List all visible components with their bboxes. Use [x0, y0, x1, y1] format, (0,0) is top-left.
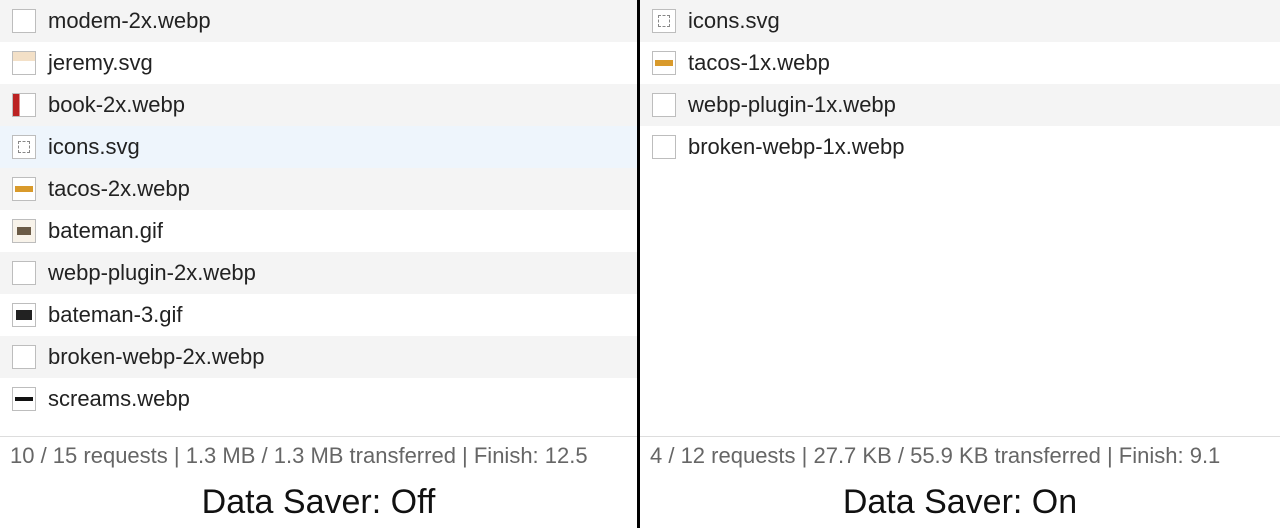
file-name-label: book-2x.webp: [48, 92, 185, 118]
file-type-icon: [652, 51, 676, 75]
panel-data-saver-off: modem-2x.webp jeremy.svg book-2x.webp icons…: [0, 0, 640, 528]
file-type-icon: [12, 387, 36, 411]
file-name-label: tacos-1x.webp: [688, 50, 830, 76]
file-type-icon: [652, 9, 676, 33]
network-request-row[interactable]: book-2x.webp: [0, 84, 637, 126]
file-name-label: bateman.gif: [48, 218, 163, 244]
network-request-row[interactable]: tacos-1x.webp: [640, 42, 1280, 84]
network-request-row[interactable]: broken-webp-2x.webp: [0, 336, 637, 378]
file-name-label: webp-plugin-1x.webp: [688, 92, 896, 118]
network-summary-left: 10 / 15 requests | 1.3 MB / 1.3 MB trans…: [0, 436, 637, 475]
file-type-icon: [12, 219, 36, 243]
network-request-row[interactable]: icons.svg: [640, 0, 1280, 42]
network-request-row[interactable]: modem-2x.webp: [0, 0, 637, 42]
network-summary-right: 4 / 12 requests | 27.7 KB / 55.9 KB tran…: [640, 436, 1280, 475]
file-name-label: jeremy.svg: [48, 50, 153, 76]
file-name-label: broken-webp-2x.webp: [48, 344, 264, 370]
network-request-row[interactable]: webp-plugin-1x.webp: [640, 84, 1280, 126]
file-type-icon: [12, 177, 36, 201]
panel-data-saver-on: icons.svg tacos-1x.webp webp-plugin-1x.web…: [640, 0, 1280, 528]
file-name-label: webp-plugin-2x.webp: [48, 260, 256, 286]
file-type-icon: [652, 135, 676, 159]
network-request-row[interactable]: screams.webp: [0, 378, 637, 420]
file-name-label: bateman-3.gif: [48, 302, 183, 328]
file-type-icon: [652, 93, 676, 117]
file-type-icon: [12, 261, 36, 285]
file-type-icon: [12, 135, 36, 159]
file-name-label: icons.svg: [688, 8, 780, 34]
file-name-label: broken-webp-1x.webp: [688, 134, 904, 160]
network-request-row[interactable]: bateman-3.gif: [0, 294, 637, 336]
file-name-label: tacos-2x.webp: [48, 176, 190, 202]
network-request-row[interactable]: bateman.gif: [0, 210, 637, 252]
network-request-list-right: icons.svg tacos-1x.webp webp-plugin-1x.web…: [640, 0, 1280, 436]
network-request-row[interactable]: webp-plugin-2x.webp: [0, 252, 637, 294]
file-type-icon: [12, 345, 36, 369]
file-type-icon: [12, 9, 36, 33]
caption-right: Data Saver: On: [640, 475, 1280, 528]
network-request-row[interactable]: broken-webp-1x.webp: [640, 126, 1280, 168]
caption-left: Data Saver: Off: [0, 475, 637, 528]
file-type-icon: [12, 51, 36, 75]
file-type-icon: [12, 93, 36, 117]
file-name-label: icons.svg: [48, 134, 140, 160]
network-request-row[interactable]: tacos-2x.webp: [0, 168, 637, 210]
network-request-row[interactable]: icons.svg: [0, 126, 637, 168]
file-name-label: screams.webp: [48, 386, 190, 412]
file-name-label: modem-2x.webp: [48, 8, 211, 34]
comparison-container: modem-2x.webp jeremy.svg book-2x.webp icons…: [0, 0, 1280, 528]
file-type-icon: [12, 303, 36, 327]
network-request-list-left: modem-2x.webp jeremy.svg book-2x.webp icons…: [0, 0, 637, 436]
network-request-row[interactable]: jeremy.svg: [0, 42, 637, 84]
